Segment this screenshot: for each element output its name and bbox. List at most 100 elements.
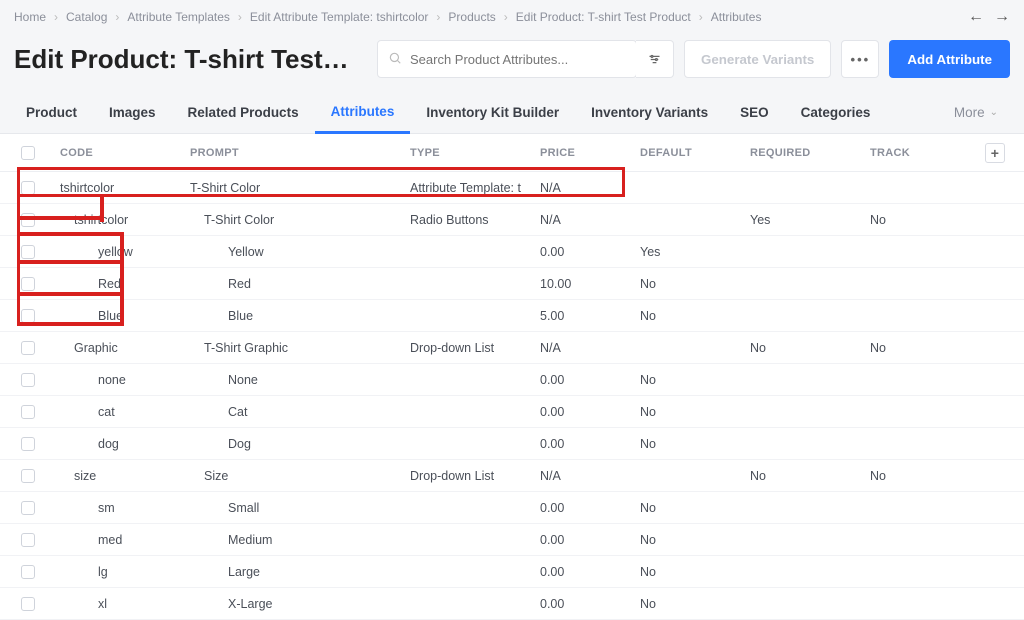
table-row[interactable]: noneNone0.00No xyxy=(0,364,1024,396)
cell-code: dog xyxy=(56,437,186,451)
search-icon xyxy=(388,51,402,68)
tab-product[interactable]: Product xyxy=(10,93,93,132)
col-type[interactable]: TYPE xyxy=(406,147,536,159)
breadcrumb: Home› Catalog› Attribute Templates› Edit… xyxy=(0,0,1024,34)
tab-seo[interactable]: SEO xyxy=(724,93,785,132)
row-checkbox[interactable] xyxy=(21,181,35,195)
cell-price: N/A xyxy=(536,213,636,227)
cell-default: No xyxy=(636,405,746,419)
crumb-attributes[interactable]: Attributes xyxy=(711,10,762,24)
crumb-template[interactable]: Edit Attribute Template: tshirtcolor xyxy=(250,10,429,24)
row-checkbox[interactable] xyxy=(21,309,35,323)
cell-prompt: Size xyxy=(186,469,406,483)
cell-price: 0.00 xyxy=(536,533,636,547)
cell-default: No xyxy=(636,437,746,451)
cell-code: lg xyxy=(56,565,186,579)
cell-code: cat xyxy=(56,405,186,419)
cell-prompt: None xyxy=(186,373,406,387)
table-row[interactable]: tshirtcolorT-Shirt ColorRadio ButtonsN/A… xyxy=(0,204,1024,236)
cell-code: tshirtcolor xyxy=(56,181,186,195)
cell-type: Radio Buttons xyxy=(406,213,536,227)
select-all-checkbox[interactable] xyxy=(21,146,35,160)
search-box[interactable] xyxy=(377,40,637,78)
row-checkbox[interactable] xyxy=(21,405,35,419)
tab-images[interactable]: Images xyxy=(93,93,172,132)
table-row[interactable]: medMedium0.00No xyxy=(0,524,1024,556)
ellipsis-icon: ••• xyxy=(851,52,871,67)
table-row[interactable]: tshirtcolorT-Shirt ColorAttribute Templa… xyxy=(0,172,1024,204)
filter-button[interactable] xyxy=(636,40,674,78)
more-actions-button[interactable]: ••• xyxy=(841,40,879,78)
cell-prompt: Yellow xyxy=(186,245,406,259)
col-code[interactable]: CODE xyxy=(56,147,186,159)
row-checkbox[interactable] xyxy=(21,341,35,355)
cell-price: 0.00 xyxy=(536,565,636,579)
crumb-product[interactable]: Edit Product: T-shirt Test Product xyxy=(516,10,691,24)
row-checkbox[interactable] xyxy=(21,501,35,515)
row-checkbox[interactable] xyxy=(21,373,35,387)
crumb-products[interactable]: Products xyxy=(448,10,495,24)
tab-attributes[interactable]: Attributes xyxy=(315,92,411,134)
cell-prompt: T-Shirt Color xyxy=(186,213,406,227)
row-checkbox[interactable] xyxy=(21,277,35,291)
row-checkbox[interactable] xyxy=(21,565,35,579)
tab-variants[interactable]: Inventory Variants xyxy=(575,93,724,132)
cell-required: Yes xyxy=(746,213,866,227)
cell-code: sm xyxy=(56,501,186,515)
table-row[interactable]: lgLarge0.00No xyxy=(0,556,1024,588)
cell-prompt: Medium xyxy=(186,533,406,547)
col-track[interactable]: TRACK xyxy=(866,147,966,159)
header: Edit Product: T-shirt Test Product Gener… xyxy=(0,34,1024,92)
row-checkbox[interactable] xyxy=(21,437,35,451)
cell-prompt: Red xyxy=(186,277,406,291)
table-row[interactable]: catCat0.00No xyxy=(0,396,1024,428)
cell-type: Attribute Template: t xyxy=(406,181,536,195)
row-checkbox[interactable] xyxy=(21,245,35,259)
tab-related[interactable]: Related Products xyxy=(172,93,315,132)
cell-default: Yes xyxy=(636,245,746,259)
crumb-templates[interactable]: Attribute Templates xyxy=(127,10,230,24)
cell-prompt: T-Shirt Graphic xyxy=(186,341,406,355)
nav-forward-icon[interactable]: → xyxy=(994,8,1010,26)
cell-price: N/A xyxy=(536,181,636,195)
row-checkbox[interactable] xyxy=(21,469,35,483)
cell-price: 0.00 xyxy=(536,501,636,515)
cell-price: N/A xyxy=(536,341,636,355)
col-required[interactable]: REQUIRED xyxy=(746,147,866,159)
col-prompt[interactable]: PROMPT xyxy=(186,147,406,159)
add-column-button[interactable]: + xyxy=(985,143,1005,163)
tab-categories[interactable]: Categories xyxy=(785,93,887,132)
cell-default: No xyxy=(636,501,746,515)
cell-code: Blue xyxy=(56,309,186,323)
crumb-catalog[interactable]: Catalog xyxy=(66,10,107,24)
table-row[interactable]: RedRed10.00No xyxy=(0,268,1024,300)
table-row[interactable]: sizeSizeDrop-down ListN/ANoNo xyxy=(0,460,1024,492)
table-row[interactable]: BlueBlue5.00No xyxy=(0,300,1024,332)
page-title: Edit Product: T-shirt Test Product xyxy=(14,44,354,75)
tabs: Product Images Related Products Attribut… xyxy=(0,92,1024,134)
table-row[interactable]: yellowYellow0.00Yes xyxy=(0,236,1024,268)
cell-prompt: Dog xyxy=(186,437,406,451)
table-row[interactable]: dogDog0.00No xyxy=(0,428,1024,460)
tab-kit[interactable]: Inventory Kit Builder xyxy=(410,93,575,132)
row-checkbox[interactable] xyxy=(21,533,35,547)
row-checkbox[interactable] xyxy=(21,213,35,227)
cell-track: No xyxy=(866,213,966,227)
table-row[interactable]: smSmall 0.00No xyxy=(0,492,1024,524)
cell-type: Drop-down List xyxy=(406,341,536,355)
cell-prompt: Blue xyxy=(186,309,406,323)
crumb-home[interactable]: Home xyxy=(14,10,46,24)
add-attribute-button[interactable]: Add Attribute xyxy=(889,40,1010,78)
table-row[interactable]: xlX-Large0.00No xyxy=(0,588,1024,620)
cell-default: No xyxy=(636,373,746,387)
search-input[interactable] xyxy=(410,52,626,67)
tab-more[interactable]: More⌄ xyxy=(938,93,1014,132)
nav-back-icon[interactable]: ← xyxy=(968,8,984,26)
col-default[interactable]: DEFAULT xyxy=(636,147,746,159)
cell-prompt: Small xyxy=(186,501,406,515)
cell-default: No xyxy=(636,533,746,547)
col-price[interactable]: PRICE xyxy=(536,147,636,159)
cell-default: No xyxy=(636,309,746,323)
cell-code: none xyxy=(56,373,186,387)
table-row[interactable]: GraphicT-Shirt GraphicDrop-down ListN/AN… xyxy=(0,332,1024,364)
